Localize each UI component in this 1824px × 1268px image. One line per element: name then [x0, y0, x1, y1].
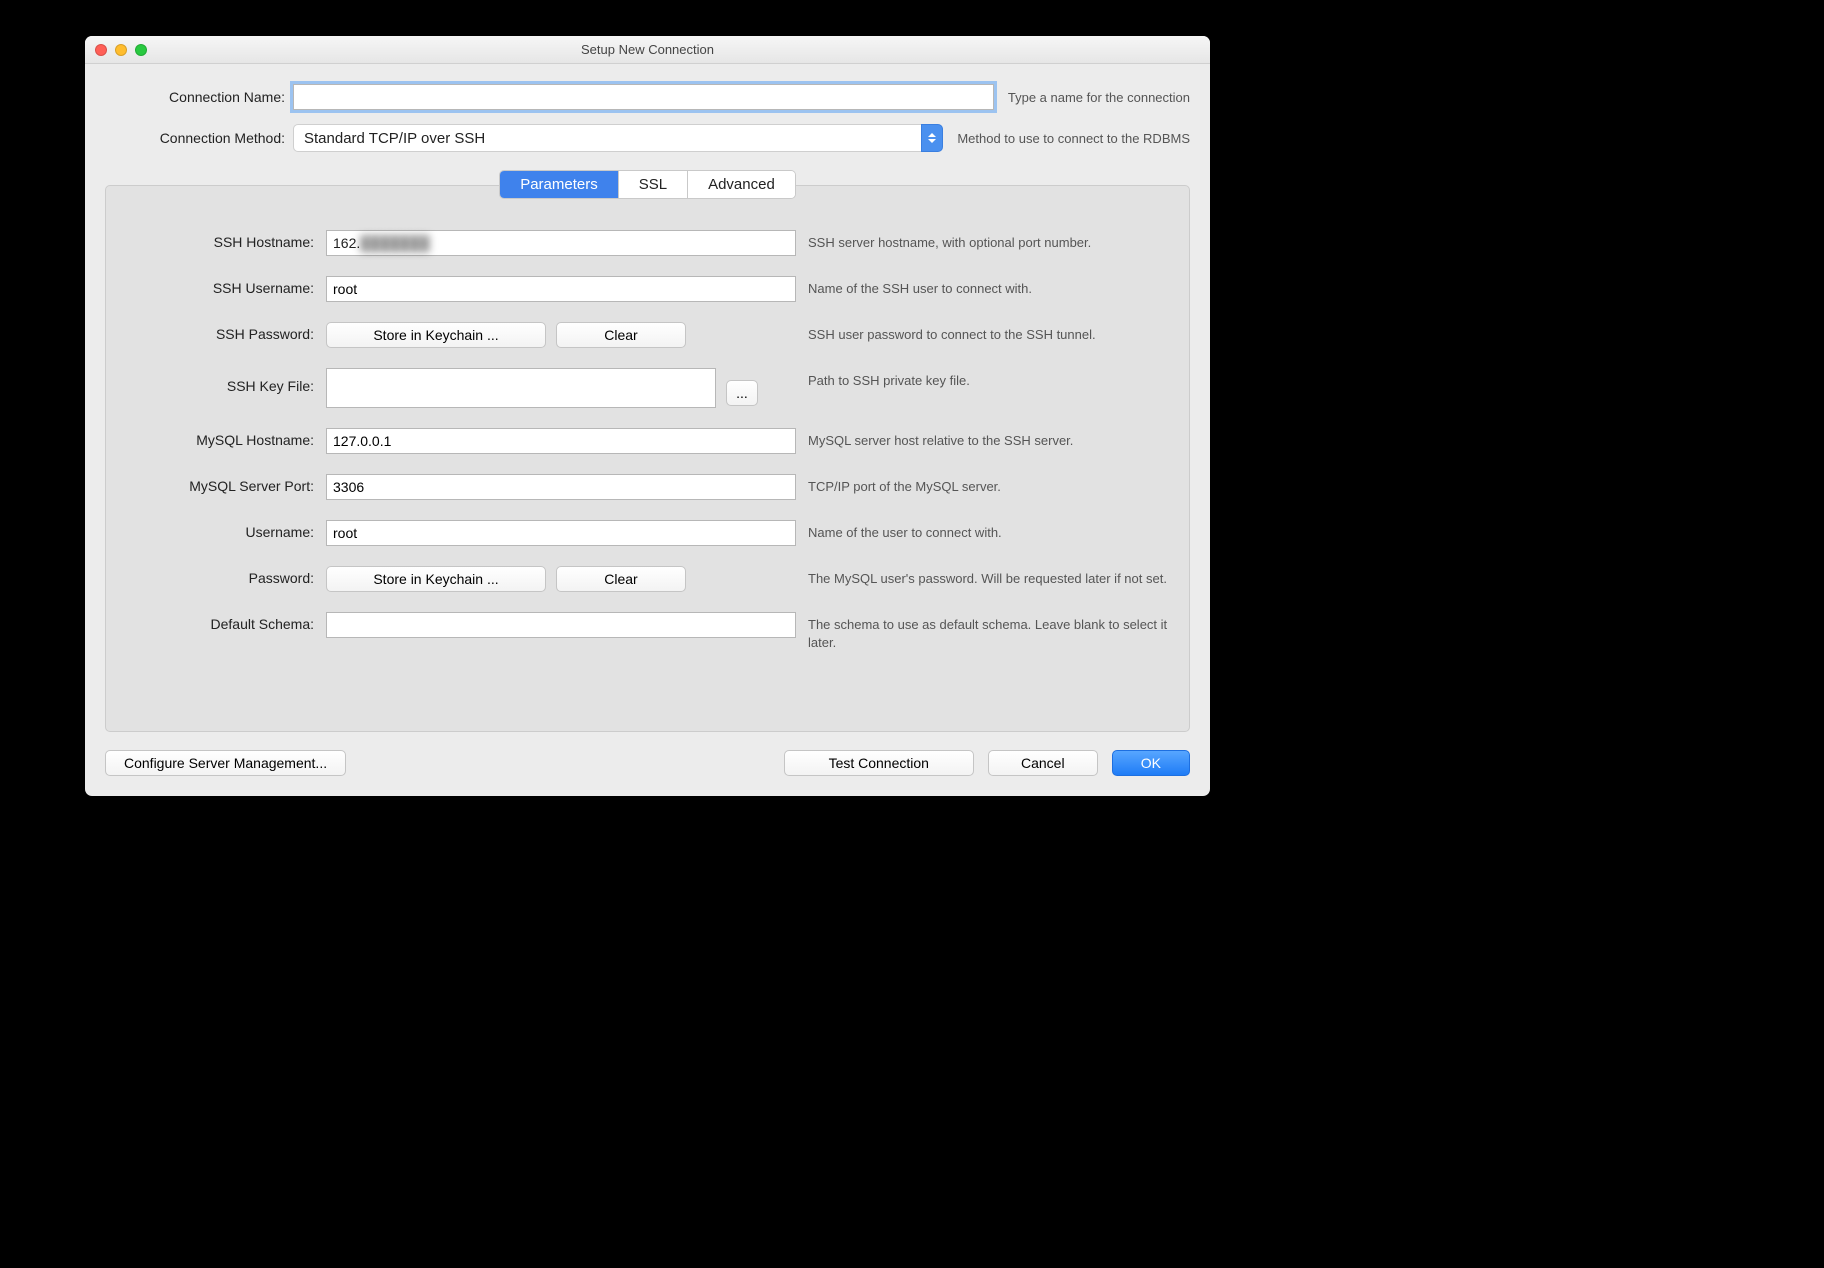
mysql-hostname-input[interactable] [326, 428, 796, 454]
connection-method-label: Connection Method: [105, 130, 285, 146]
ssh-hostname-value-prefix: 162. [333, 235, 360, 251]
tab-bar: Parameters SSL Advanced [499, 170, 796, 199]
connection-name-label: Connection Name: [105, 89, 285, 105]
ssh-keyfile-input[interactable] [326, 368, 716, 408]
parameters-panel: SSH Hostname: 162. ███████ SSH server ho… [105, 185, 1190, 732]
ssh-keyfile-hint: Path to SSH private key file. [808, 368, 1171, 390]
ssh-hostname-input[interactable]: 162. ███████ [326, 230, 796, 256]
password-clear-button[interactable]: Clear [556, 566, 686, 592]
password-hint: The MySQL user's password. Will be reque… [808, 566, 1171, 588]
window-title: Setup New Connection [85, 42, 1210, 57]
ok-button[interactable]: OK [1112, 750, 1190, 776]
mysql-port-input[interactable] [326, 474, 796, 500]
ssh-keyfile-browse-button[interactable]: ... [726, 380, 758, 406]
default-schema-hint: The schema to use as default schema. Lea… [808, 612, 1171, 651]
test-connection-button[interactable]: Test Connection [784, 750, 974, 776]
ssh-username-hint: Name of the SSH user to connect with. [808, 276, 1171, 298]
username-input[interactable] [326, 520, 796, 546]
password-label: Password: [124, 566, 314, 586]
ssh-password-label: SSH Password: [124, 322, 314, 342]
username-label: Username: [124, 520, 314, 540]
titlebar: Setup New Connection [85, 36, 1210, 64]
ssh-password-hint: SSH user password to connect to the SSH … [808, 322, 1171, 344]
tab-advanced[interactable]: Advanced [688, 171, 795, 198]
tab-ssl[interactable]: SSL [619, 171, 688, 198]
ssh-password-clear-button[interactable]: Clear [556, 322, 686, 348]
ssh-username-label: SSH Username: [124, 276, 314, 296]
mysql-port-label: MySQL Server Port: [124, 474, 314, 494]
ssh-hostname-hint: SSH server hostname, with optional port … [808, 230, 1171, 252]
tab-parameters[interactable]: Parameters [500, 171, 619, 198]
mysql-hostname-hint: MySQL server host relative to the SSH se… [808, 428, 1171, 450]
password-store-button[interactable]: Store in Keychain ... [326, 566, 546, 592]
default-schema-label: Default Schema: [124, 612, 314, 632]
ssh-username-input[interactable] [326, 276, 796, 302]
dialog-footer: Configure Server Management... Test Conn… [85, 732, 1210, 796]
dialog-body: Connection Name: Type a name for the con… [85, 64, 1210, 732]
header-form: Connection Name: Type a name for the con… [105, 84, 1190, 152]
ssh-hostname-label: SSH Hostname: [124, 230, 314, 250]
ssh-hostname-value-redacted: ███████ [360, 235, 429, 251]
mysql-port-hint: TCP/IP port of the MySQL server. [808, 474, 1171, 496]
configure-server-management-button[interactable]: Configure Server Management... [105, 750, 346, 776]
chevron-updown-icon [921, 124, 943, 152]
connection-name-hint: Type a name for the connection [1008, 90, 1190, 105]
parameters-form: SSH Hostname: 162. ███████ SSH server ho… [124, 230, 1171, 651]
dialog-window: Setup New Connection Connection Name: Ty… [85, 36, 1210, 796]
cancel-button[interactable]: Cancel [988, 750, 1098, 776]
ssh-password-store-button[interactable]: Store in Keychain ... [326, 322, 546, 348]
mysql-hostname-label: MySQL Hostname: [124, 428, 314, 448]
username-hint: Name of the user to connect with. [808, 520, 1171, 542]
connection-name-input[interactable] [293, 84, 994, 110]
ssh-keyfile-label: SSH Key File: [124, 368, 314, 394]
connection-method-select[interactable]: Standard TCP/IP over SSH [293, 124, 943, 152]
connection-method-value: Standard TCP/IP over SSH [293, 124, 921, 152]
default-schema-input[interactable] [326, 612, 796, 638]
connection-method-hint: Method to use to connect to the RDBMS [957, 131, 1190, 146]
